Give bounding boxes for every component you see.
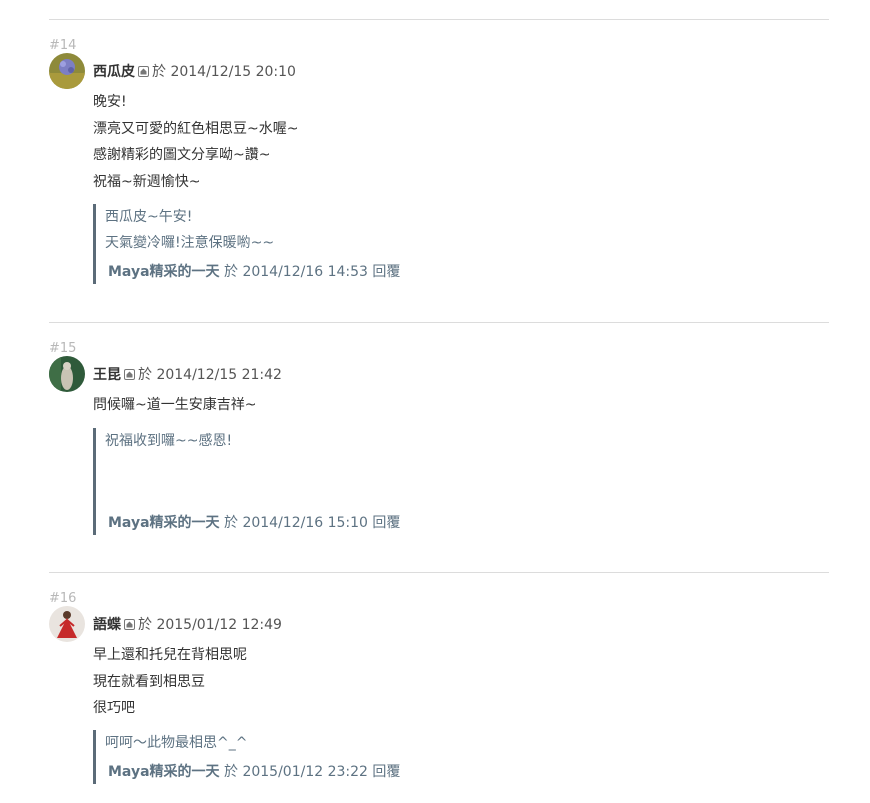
comment-time: 2014/12/15 21:42 [156, 367, 282, 383]
owner-reply: 呵呵～此物最相思^_^ Maya精采的一天 於 2015/01/12 23:22… [93, 730, 795, 784]
comment-line: 祝福~新週愉快~ [93, 173, 201, 190]
reply-at: 於 [223, 764, 238, 780]
reply-meta: Maya精采的一天 於 2014/12/16 14:53 回覆 [108, 260, 400, 284]
reply-action: 回覆 [372, 764, 401, 780]
comment-at: 於 [138, 367, 152, 383]
comment-body: 晚安! 漂亮又可愛的紅色相思豆~水喔~ 感謝精彩的圖文分享呦~讚~ 祝福~新週愉… [93, 89, 298, 195]
reply-line: 天氣變冷囉!注意保暖喲~~ [105, 235, 275, 251]
comment-body: 問候囉~道一生安康吉祥~ [93, 392, 256, 419]
comment-body: 早上還和托兒在背相思呢 現在就看到相思豆 很巧吧 [93, 642, 247, 722]
comment-divider [49, 19, 829, 20]
comment-item: #15 王昆於 2014/12/15 21:42 問候囉~道一生安康吉祥~ 祝福… [49, 341, 829, 541]
comment-at: 於 [138, 617, 152, 633]
reply-at: 於 [223, 264, 238, 280]
avatar[interactable] [49, 53, 85, 89]
reply-meta: Maya精采的一天 於 2014/12/16 15:10 回覆 [108, 511, 400, 535]
reply-author[interactable]: Maya精采的一天 [108, 515, 220, 531]
reply-time: 2015/01/12 23:22 [242, 764, 368, 780]
comment-item: #14 西瓜皮於 2014/12/15 20:10 晚安! 漂亮又可愛的紅色相思… [49, 38, 829, 288]
comment-author[interactable]: 西瓜皮 [93, 64, 135, 80]
comment-line: 晚安! [93, 94, 127, 110]
reply-action: 回覆 [372, 264, 401, 280]
reply-author[interactable]: Maya精采的一天 [108, 764, 220, 780]
reply-time: 2014/12/16 15:10 [242, 515, 368, 531]
avatar[interactable] [49, 606, 85, 642]
comment-item: #16 語蝶於 2015/01/12 12:49 早上還和托兒在背相思呢 現在就… [49, 591, 829, 791]
comment-time: 2014/12/15 20:10 [170, 64, 296, 80]
avatar[interactable] [49, 356, 85, 392]
comment-number: #16 [49, 591, 77, 606]
reply-meta: Maya精采的一天 於 2015/01/12 23:22 回覆 [108, 760, 400, 784]
reply-action: 回覆 [372, 515, 401, 531]
comment-author[interactable]: 王昆 [93, 367, 121, 383]
home-icon[interactable] [124, 369, 135, 380]
comment-at: 於 [152, 64, 166, 80]
comment-meta: 語蝶 於 2015/01/12 12:49 [93, 616, 282, 634]
comment-line: 問候囉~道一生安康吉祥~ [93, 397, 257, 413]
comment-line: 很巧吧 [93, 700, 135, 716]
home-icon[interactable] [124, 619, 135, 630]
comment-divider [49, 572, 829, 573]
comment-divider [49, 322, 829, 323]
reply-time: 2014/12/16 14:53 [242, 264, 368, 280]
reply-author[interactable]: Maya精采的一天 [108, 264, 220, 280]
reply-line: 西瓜皮~午安! [105, 209, 193, 225]
comment-line: 漂亮又可愛的紅色相思豆~水喔~ [93, 120, 299, 137]
comment-time: 2015/01/12 12:49 [156, 617, 282, 633]
comment-line: 現在就看到相思豆 [93, 673, 205, 690]
comment-line: 感謝精彩的圖文分享呦~讚~ [93, 147, 271, 163]
reply-at: 於 [223, 515, 238, 531]
comment-meta: 王昆 於 2014/12/15 21:42 [93, 366, 282, 384]
owner-reply: 西瓜皮~午安! 天氣變冷囉!注意保暖喲~~ Maya精采的一天 於 2014/1… [93, 204, 795, 284]
owner-reply: 祝福收到囉~~感恩! Maya精采的一天 於 2014/12/16 15:10 … [93, 428, 795, 535]
comment-number: #15 [49, 341, 77, 356]
reply-line: 呵呵～此物最相思^_^ [105, 735, 248, 751]
comment-number: #14 [49, 38, 77, 53]
comment-meta: 西瓜皮 於 2014/12/15 20:10 [93, 63, 296, 81]
home-icon[interactable] [138, 66, 149, 77]
comment-author[interactable]: 語蝶 [93, 617, 121, 633]
comment-line: 早上還和托兒在背相思呢 [93, 647, 247, 663]
reply-line: 祝福收到囉~~感恩! [105, 433, 233, 449]
